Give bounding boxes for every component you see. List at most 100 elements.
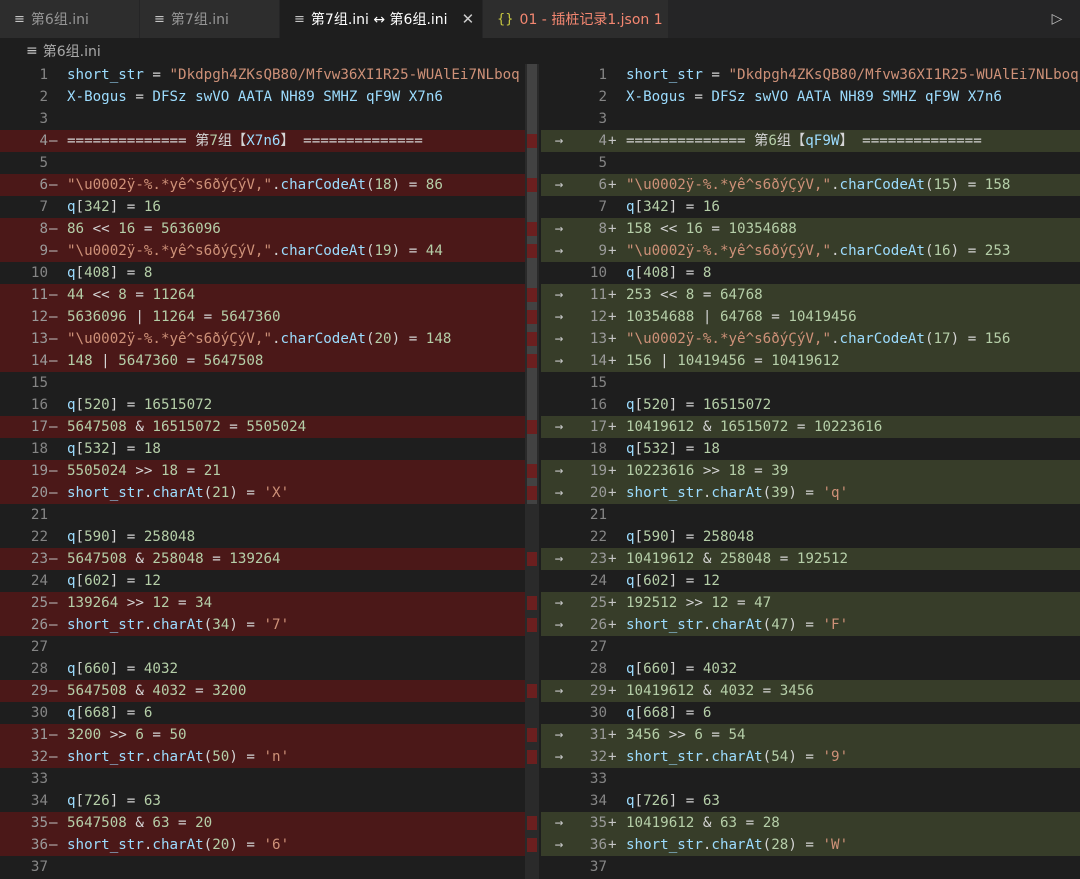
diff-line[interactable]: 29—5647508 & 4032 = 3200 xyxy=(0,680,525,702)
diff-line[interactable]: 34 q[726] = 63 xyxy=(541,790,1080,812)
diff-overview-scrollbar[interactable] xyxy=(525,64,539,879)
run-play-icon[interactable]: ▷ xyxy=(1034,0,1080,38)
revert-arrow-icon[interactable]: → xyxy=(541,812,577,834)
diff-line[interactable]: 28 q[660] = 4032 xyxy=(0,658,525,680)
diff-line[interactable]: 5 xyxy=(541,152,1080,174)
revert-arrow-icon[interactable]: → xyxy=(541,218,577,240)
diff-line[interactable]: 25— 139264 >> 12 = 34 xyxy=(0,592,525,614)
tab-group7-ini[interactable]: ≡ 第7组.ini xyxy=(140,0,280,38)
diff-line[interactable]: 23— 5647508 & 258048 = 139264 xyxy=(0,548,525,570)
diff-line[interactable]: → 9 + "\u0002ÿ-%.*yê^s6ðýÇýV,".charCodeAt… xyxy=(541,240,1080,262)
diff-line[interactable]: 28 q[660] = 4032 xyxy=(541,658,1080,680)
diff-line[interactable]: 11— 44 << 8 = 11264 xyxy=(0,284,525,306)
diff-line[interactable]: → 20 + short_str.charAt(39) = 'q' xyxy=(541,482,1080,504)
revert-arrow-icon[interactable]: → xyxy=(541,482,577,504)
diff-line[interactable]: 2 X-Bogus = DFSz swVO AATA NH89 SMHZ qF9W… xyxy=(0,86,525,108)
diff-line[interactable]: 2 X-Bogus = DFSz swVO AATA NH89 SMHZ qF9W… xyxy=(541,86,1080,108)
diff-line[interactable]: → 13 + "\u0002ÿ-%.*yê^s6ðýÇýV,".charCodeA… xyxy=(541,328,1080,350)
diff-line[interactable]: 20— short_str.charAt(21) = 'X' xyxy=(0,482,525,504)
diff-line[interactable]: 12— 5636096 | 11264 = 5647360 xyxy=(0,306,525,328)
diff-line[interactable]: 30 q[668] = 6 xyxy=(0,702,525,724)
diff-line[interactable]: 34 q[726] = 63 xyxy=(0,790,525,812)
diff-line[interactable]: → 32 + short_str.charAt(54) = '9' xyxy=(541,746,1080,768)
diff-line[interactable]: 1 short_str = "Dkdpgh4ZKsQB80/Mfvw36XI1R2… xyxy=(0,64,525,86)
scrollbar-thumb[interactable] xyxy=(527,64,537,504)
revert-arrow-icon[interactable]: → xyxy=(541,460,577,482)
revert-arrow-icon[interactable]: → xyxy=(541,350,577,372)
diff-line[interactable]: 33 xyxy=(541,768,1080,790)
diff-line[interactable]: 7 q[342] = 16 xyxy=(0,196,525,218)
revert-arrow-icon[interactable]: → xyxy=(541,306,577,328)
diff-line[interactable]: → 14 +156 | 10419456 = 10419612 xyxy=(541,350,1080,372)
diff-line[interactable]: → 23 +10419612 & 258048 = 192512 xyxy=(541,548,1080,570)
revert-arrow-icon[interactable]: → xyxy=(541,614,577,636)
diff-line[interactable]: 1 short_str = "Dkdpgh4ZKsQB80/Mfvw36XI1R2… xyxy=(541,64,1080,86)
diff-line[interactable]: 26— short_str.charAt(34) = '7' xyxy=(0,614,525,636)
revert-arrow-icon[interactable]: → xyxy=(541,834,577,856)
diff-line[interactable]: → 12 +10354688 | 64768 = 10419456 xyxy=(541,306,1080,328)
breadcrumb-file[interactable]: 第6组.ini xyxy=(43,41,101,61)
revert-arrow-icon[interactable]: → xyxy=(541,680,577,702)
diff-line[interactable]: 35— 5647508 & 63 = 20 xyxy=(0,812,525,834)
revert-arrow-icon[interactable]: → xyxy=(541,592,577,614)
diff-line[interactable]: → 35 +10419612 & 63 = 28 xyxy=(541,812,1080,834)
diff-line[interactable]: 32— short_str.charAt(50) = 'n' xyxy=(0,746,525,768)
close-icon[interactable]: ✕ xyxy=(462,10,475,28)
diff-line[interactable]: 16 q[520] = 16515072 xyxy=(541,394,1080,416)
revert-arrow-icon[interactable]: → xyxy=(541,130,577,152)
diff-line[interactable]: 18 q[532] = 18 xyxy=(0,438,525,460)
revert-arrow-icon[interactable]: → xyxy=(541,240,577,262)
diff-line[interactable]: 9— "\u0002ÿ-%.*yê^s6ðýÇýV,".charCodeAt(… xyxy=(0,240,525,262)
diff-line[interactable]: 21 xyxy=(541,504,1080,526)
diff-line[interactable]: 3 xyxy=(541,108,1080,130)
diff-line[interactable]: 37 xyxy=(0,856,525,878)
diff-line[interactable]: 22 q[590] = 258048 xyxy=(0,526,525,548)
diff-original-pane[interactable]: 1 short_str = "Dkdpgh4ZKsQB80/Mfvw36XI1R2… xyxy=(0,64,525,879)
tab-diff-group7-group6[interactable]: ≡ 第7组.ini ↔ 第6组.ini ✕ xyxy=(280,0,483,38)
diff-line[interactable]: 4— ============== 第7组【X7n6】 =============… xyxy=(0,130,525,152)
diff-modified-pane[interactable]: 1 short_str = "Dkdpgh4ZKsQB80/Mfvw36XI1R2… xyxy=(541,64,1080,879)
diff-line[interactable]: → 11 +253 << 8 = 64768 xyxy=(541,284,1080,306)
diff-line[interactable]: 17— 5647508 & 16515072 = 5505024 xyxy=(0,416,525,438)
diff-line[interactable]: 27 xyxy=(541,636,1080,658)
diff-line[interactable]: 16 q[520] = 16515072 xyxy=(0,394,525,416)
diff-line[interactable]: 5 xyxy=(0,152,525,174)
diff-line[interactable]: 8— 86 << 16 = 5636096 xyxy=(0,218,525,240)
diff-line[interactable]: 7 q[342] = 16 xyxy=(541,196,1080,218)
diff-line[interactable]: 15 xyxy=(0,372,525,394)
diff-line[interactable]: 3 xyxy=(0,108,525,130)
diff-line[interactable]: → 26 + short_str.charAt(47) = 'F' xyxy=(541,614,1080,636)
revert-arrow-icon[interactable]: → xyxy=(541,416,577,438)
diff-line[interactable]: → 19 +10223616 >> 18 = 39 xyxy=(541,460,1080,482)
diff-line[interactable]: 10 q[408] = 8 xyxy=(0,262,525,284)
diff-line[interactable]: 18 q[532] = 18 xyxy=(541,438,1080,460)
diff-line[interactable]: 15 xyxy=(541,372,1080,394)
diff-line[interactable]: → 8 +158 << 16 = 10354688 xyxy=(541,218,1080,240)
diff-line[interactable]: → 29 +10419612 & 4032 = 3456 xyxy=(541,680,1080,702)
diff-line[interactable]: 27 xyxy=(0,636,525,658)
diff-line[interactable]: 30 q[668] = 6 xyxy=(541,702,1080,724)
diff-line[interactable]: 33 xyxy=(0,768,525,790)
diff-line[interactable]: 10 q[408] = 8 xyxy=(541,262,1080,284)
tab-group6-ini[interactable]: ≡ 第6组.ini xyxy=(0,0,140,38)
diff-line[interactable]: 6— "\u0002ÿ-%.*yê^s6ðýÇýV,".charCodeAt(… xyxy=(0,174,525,196)
diff-line[interactable]: 37 xyxy=(541,856,1080,878)
diff-line[interactable]: → 25 +192512 >> 12 = 47 xyxy=(541,592,1080,614)
diff-line[interactable]: 19— 5505024 >> 18 = 21 xyxy=(0,460,525,482)
revert-arrow-icon[interactable]: → xyxy=(541,548,577,570)
diff-line[interactable]: → 6 + "\u0002ÿ-%.*yê^s6ðýÇýV,".charCodeAt… xyxy=(541,174,1080,196)
diff-line[interactable]: → 31 +3456 >> 6 = 54 xyxy=(541,724,1080,746)
revert-arrow-icon[interactable]: → xyxy=(541,328,577,350)
diff-line[interactable]: 24 q[602] = 12 xyxy=(0,570,525,592)
revert-arrow-icon[interactable]: → xyxy=(541,724,577,746)
diff-line[interactable]: → 17 +10419612 & 16515072 = 10223616 xyxy=(541,416,1080,438)
tab-json-record[interactable]: {} 01 - 插桩记录1.json 1 xyxy=(483,0,669,38)
diff-line[interactable]: 36— short_str.charAt(20) = '6' xyxy=(0,834,525,856)
diff-line[interactable]: → 4 + ============== 第6组【qF9W】 ============… xyxy=(541,130,1080,152)
revert-arrow-icon[interactable]: → xyxy=(541,746,577,768)
diff-line[interactable]: 21 xyxy=(0,504,525,526)
diff-line[interactable]: 31— 3200 >> 6 = 50 xyxy=(0,724,525,746)
diff-line[interactable]: 24 q[602] = 12 xyxy=(541,570,1080,592)
revert-arrow-icon[interactable]: → xyxy=(541,284,577,306)
revert-arrow-icon[interactable]: → xyxy=(541,174,577,196)
